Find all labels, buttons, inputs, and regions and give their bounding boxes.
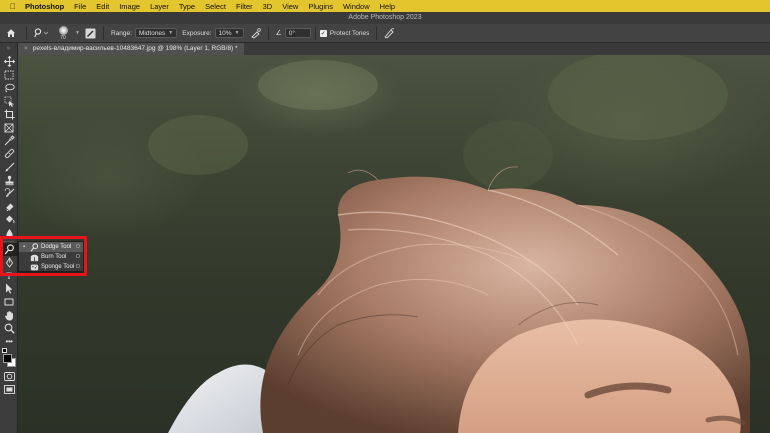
exposure-value: 10% bbox=[218, 29, 232, 37]
menu-layer[interactable]: Layer bbox=[145, 2, 174, 11]
brush-preset-picker[interactable]: 70 bbox=[51, 25, 75, 42]
clone-stamp-tool-icon[interactable] bbox=[0, 174, 18, 187]
range-dropdown[interactable]: Midtones ▼ bbox=[134, 28, 178, 38]
rectangle-tool-icon[interactable] bbox=[0, 295, 18, 308]
apple-logo-icon[interactable]:  bbox=[6, 2, 20, 11]
frame-tool-icon[interactable] bbox=[0, 121, 18, 134]
menu-file[interactable]: File bbox=[69, 2, 91, 11]
document-canvas[interactable] bbox=[18, 55, 770, 433]
window-title: Adobe Photoshop 2023 bbox=[348, 14, 422, 21]
object-selection-tool-icon[interactable] bbox=[0, 95, 18, 108]
chevron-down-icon[interactable]: ▼ bbox=[75, 30, 80, 36]
protect-tones-label: Protect Tones bbox=[329, 29, 370, 37]
separator bbox=[314, 26, 316, 40]
home-icon[interactable] bbox=[0, 24, 22, 43]
tool-preset-picker[interactable] bbox=[31, 25, 51, 41]
separator bbox=[102, 26, 104, 40]
angle-field[interactable]: 0° bbox=[284, 28, 311, 38]
move-tool-icon[interactable] bbox=[0, 55, 18, 68]
menu-filter[interactable]: Filter bbox=[231, 2, 258, 11]
chevron-down-icon: ▼ bbox=[234, 30, 240, 36]
separator bbox=[26, 26, 27, 40]
menu-plugins[interactable]: Plugins bbox=[303, 2, 338, 11]
exposure-field[interactable]: 10% ▼ bbox=[214, 28, 244, 38]
brush-tip-icon bbox=[58, 25, 68, 35]
menu-photoshop[interactable]: Photoshop bbox=[20, 2, 69, 11]
exposure-label: Exposure: bbox=[182, 29, 212, 37]
menu-view[interactable]: View bbox=[277, 2, 303, 11]
separator bbox=[267, 26, 269, 40]
hand-tool-icon[interactable] bbox=[0, 309, 18, 322]
marquee-tool-icon[interactable] bbox=[0, 68, 18, 81]
menu-bar:  Photoshop File Edit Image Layer Type S… bbox=[0, 0, 770, 12]
window-title-bar: Adobe Photoshop 2023 bbox=[0, 12, 770, 24]
paint-bucket-tool-icon[interactable] bbox=[0, 213, 18, 226]
zoom-tool-icon[interactable] bbox=[0, 322, 18, 335]
photo-image bbox=[148, 55, 751, 433]
menu-edit[interactable]: Edit bbox=[91, 2, 114, 11]
crop-tool-icon[interactable] bbox=[0, 108, 18, 121]
brush-settings-icon[interactable] bbox=[83, 25, 99, 41]
document-tab-bar: × pexels-владимир-васильев-10483647.jpg … bbox=[18, 43, 770, 55]
options-bar: 70 ▼ Range: Midtones ▼ Exposure: 10% ▼ ∠… bbox=[0, 24, 770, 43]
dodge-tool-icon bbox=[34, 28, 48, 38]
range-label: Range: bbox=[110, 29, 132, 37]
pressure-size-icon[interactable] bbox=[381, 25, 397, 41]
highlight-box bbox=[0, 236, 87, 276]
history-brush-tool-icon[interactable] bbox=[0, 187, 18, 200]
screen-mode-icon[interactable] bbox=[0, 383, 18, 396]
angle-value: 0° bbox=[288, 29, 295, 37]
close-icon[interactable]: × bbox=[24, 43, 28, 55]
path-selection-tool-icon[interactable] bbox=[0, 282, 18, 295]
menu-window[interactable]: Window bbox=[338, 2, 375, 11]
eyedropper-tool-icon[interactable] bbox=[0, 134, 18, 147]
brush-size: 70 bbox=[60, 34, 66, 41]
lasso-tool-icon[interactable] bbox=[0, 81, 18, 94]
color-swatches[interactable] bbox=[0, 348, 18, 370]
protect-tones-checkbox[interactable]: ✓ bbox=[319, 29, 327, 37]
panel-collapse-icon[interactable]: » bbox=[0, 43, 17, 55]
brush-tool-icon[interactable] bbox=[0, 161, 18, 174]
edit-toolbar-icon[interactable]: ••• bbox=[0, 335, 18, 348]
default-colors-icon[interactable] bbox=[2, 348, 7, 354]
airbrush-icon[interactable] bbox=[248, 25, 264, 41]
range-value: Midtones bbox=[138, 29, 166, 37]
healing-brush-tool-icon[interactable] bbox=[0, 147, 18, 160]
menu-type[interactable]: Type bbox=[174, 2, 200, 11]
foreground-color-swatch[interactable] bbox=[3, 354, 12, 364]
menu-image[interactable]: Image bbox=[114, 2, 145, 11]
menu-3d[interactable]: 3D bbox=[258, 2, 278, 11]
angle-icon: ∠ bbox=[275, 30, 282, 37]
document-tab-title: pexels-владимир-васильев-10483647.jpg @ … bbox=[32, 45, 238, 52]
document-tab[interactable]: × pexels-владимир-васильев-10483647.jpg … bbox=[18, 43, 244, 55]
quick-mask-icon[interactable] bbox=[0, 370, 18, 383]
menu-select[interactable]: Select bbox=[200, 2, 231, 11]
chevron-down-icon: ▼ bbox=[168, 30, 174, 36]
separator bbox=[376, 26, 378, 40]
menu-help[interactable]: Help bbox=[375, 2, 400, 11]
eraser-tool-icon[interactable] bbox=[0, 200, 18, 213]
